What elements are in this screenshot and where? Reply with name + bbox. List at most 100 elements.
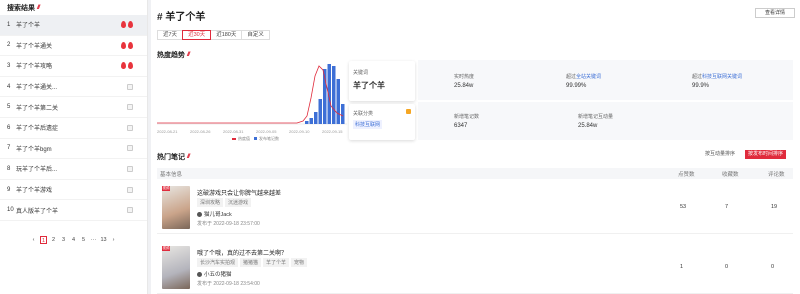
item-label: 羊了个羊 (16, 23, 41, 30)
tab-3[interactable]: 自定义 (241, 30, 270, 40)
thumbs-up-icon[interactable] (127, 145, 133, 152)
header-collects: 收藏数 (722, 172, 739, 178)
note-title[interactable]: 这破游戏只会让你脾气越来越差 (197, 188, 281, 197)
thumbs-up-icon[interactable] (127, 124, 133, 131)
item-number: 9 (7, 186, 11, 193)
item-icons (127, 104, 133, 111)
tab-1[interactable]: 近30天 (182, 30, 212, 40)
category-keywords-link[interactable]: 科技互联网关键词 (702, 74, 742, 80)
collects-count: 7 (725, 204, 729, 210)
note-tag[interactable]: 长沙汽车实拍观 (197, 258, 239, 267)
realtime-heat-value: 25.84w (454, 83, 474, 89)
thumbs-up-icon[interactable] (127, 207, 133, 214)
page-item[interactable]: 13 (100, 236, 107, 244)
note-thumbnail[interactable] (162, 246, 190, 289)
note-author[interactable]: 小五の猪猫 (197, 270, 232, 278)
item-number: 7 (7, 145, 11, 152)
comments-count: 0 (771, 264, 775, 270)
item-label: 羊了个羊通关... (16, 85, 58, 92)
note-tag[interactable]: 羊了个羊 (263, 258, 290, 267)
sidebar-item[interactable]: 5 羊了个羊第二关 (0, 97, 147, 118)
avatar (197, 211, 202, 217)
exceed-label: 超过 (692, 74, 703, 80)
bar (309, 118, 313, 124)
slash-decoration: /// (187, 154, 190, 160)
keyword-value: 羊了个羊 (353, 81, 385, 90)
item-icons (127, 207, 133, 214)
thumbs-up-icon[interactable] (127, 104, 133, 111)
page-item[interactable]: 1 (40, 236, 47, 244)
x-ticks: 2022-08-21 2022-08-26 2022-08-31 2022-09-05… (157, 129, 343, 134)
pagination: ‹ 1 2 3 4 5 ··· 13 › (30, 236, 117, 244)
header-info: 基本信息 (160, 172, 183, 178)
avatar (197, 271, 202, 277)
time-range-tabs: 近7天 近30天 近180天 自定义 (157, 30, 270, 40)
keyword-label: 关键词 (353, 70, 369, 76)
note-thumbnail[interactable] (162, 186, 190, 229)
item-label: 羊了个羊第二关 (16, 105, 59, 112)
fire-icon (121, 21, 126, 29)
note-tag[interactable]: 猪猪猫 (240, 258, 262, 267)
exceed-label: 超过 (566, 74, 577, 80)
bar (332, 66, 336, 124)
sidebar-item[interactable]: 10 真人版羊了个羊 (0, 200, 147, 221)
thumbs-up-icon[interactable] (127, 83, 133, 90)
sidebar-item[interactable]: 7 羊了个羊bgm (0, 139, 147, 160)
hot-notes-label: 热门笔记 (157, 154, 185, 161)
note-tag[interactable]: 沉迷游戏 (225, 198, 252, 207)
fire-icon (128, 41, 133, 49)
item-label: 羊了个羊后遗症 (16, 126, 59, 133)
page-item[interactable]: 2 (50, 236, 57, 244)
sidebar-item[interactable]: 9 羊了个羊游戏 (0, 180, 147, 201)
notes-table-header: 基本信息 点赞数 收藏数 评论数 (157, 168, 793, 179)
note-title[interactable]: 哦了个哦，真的过不去第二关啊？ (197, 248, 287, 257)
tab-0[interactable]: 近7天 (157, 30, 184, 40)
item-icons (127, 83, 133, 90)
thumbs-up-icon[interactable] (127, 165, 133, 172)
note-date: 发布于 2022-09-18 23:54:00 (197, 281, 260, 287)
sort-by-time-button[interactable]: 按发布时间排序 (745, 150, 787, 159)
new-interactions-value: 25.84w (578, 123, 598, 129)
note-tag[interactable]: 深圳攻略 (197, 198, 224, 207)
likes-count: 1 (680, 264, 684, 270)
legend-bar-label: 发布笔记数 (259, 135, 279, 141)
page-item[interactable]: 5 (80, 236, 87, 244)
category-tag: 科技互联网 (353, 120, 383, 129)
bar (305, 121, 309, 124)
keyword-box: 关键词 羊了个羊 (349, 61, 415, 101)
tab-2[interactable]: 近180天 (210, 30, 243, 40)
page-item[interactable]: 4 (70, 236, 77, 244)
note-row[interactable]: 视频 哦了个哦，真的过不去第二关啊？ 长沙汽车实拍观 猪猪猫 羊了个羊 宠物 小五の猪… (157, 240, 793, 294)
page-item[interactable]: ‹ (30, 236, 37, 244)
sidebar-item[interactable]: 8 玩羊了个羊后... (0, 159, 147, 180)
page-title: # 羊了个羊 (157, 12, 206, 23)
item-label: 羊了个羊通关 (16, 43, 53, 50)
fire-icon (128, 21, 133, 29)
note-author[interactable]: 猫儿哥Jack (197, 210, 232, 218)
page-item[interactable]: ··· (90, 236, 97, 244)
sidebar-item[interactable]: 1 羊了个羊 (0, 15, 147, 36)
sort-by-interaction-button[interactable]: 按互动量排序 (702, 150, 738, 159)
sidebar-item[interactable]: 6 羊了个羊后遗症 (0, 118, 147, 139)
item-icons (121, 41, 133, 49)
fire-icon (121, 41, 126, 49)
sidebar-item[interactable]: 4 羊了个羊通关... (0, 77, 147, 98)
note-type-badge: 视频 (162, 246, 170, 251)
legend-line-swatch (232, 138, 236, 140)
bar (318, 99, 322, 124)
item-number: 10 (7, 207, 14, 214)
x-tick-label: 2022-08-31 (223, 129, 244, 134)
all-keywords-link[interactable]: 全站关键词 (576, 74, 601, 80)
sidebar-item[interactable]: 3 羊了个羊攻略 (0, 56, 147, 77)
x-tick-label: 2022-09-10 (289, 129, 310, 134)
note-tag[interactable]: 宠物 (291, 258, 308, 267)
legend-bar-swatch (254, 137, 257, 140)
item-icons (127, 186, 133, 193)
thumbs-up-icon[interactable] (127, 186, 133, 193)
note-row[interactable]: 视频 这破游戏只会让你脾气越来越差 深圳攻略 沉迷游戏 猫儿哥Jack 发布于 2… (157, 180, 793, 234)
item-number: 3 (7, 62, 11, 69)
view-details-button[interactable]: 查看详情 (755, 8, 795, 18)
page-item[interactable]: 3 (60, 236, 67, 244)
sidebar-item[interactable]: 2 羊了个羊通关 (0, 36, 147, 57)
page-item[interactable]: › (110, 236, 117, 244)
